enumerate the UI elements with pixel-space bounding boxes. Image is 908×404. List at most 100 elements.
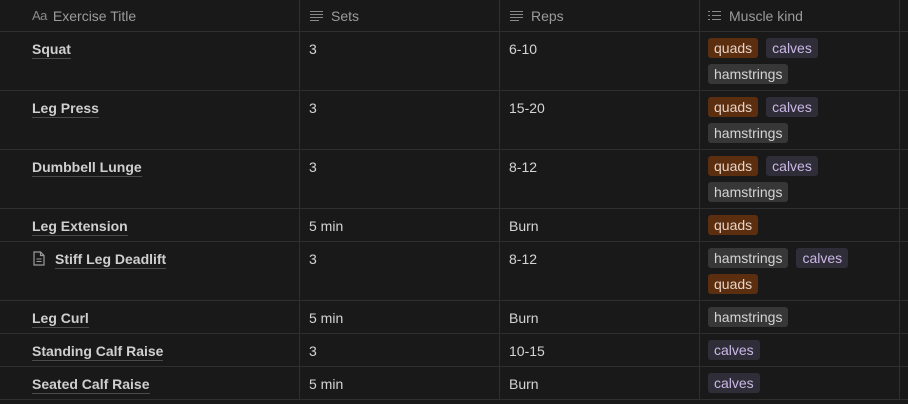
exercise-title[interactable]: Dumbbell Lunge [32,159,142,177]
table-row[interactable]: Leg Curl 5 min Burn hamstrings [0,301,908,334]
cell-sets[interactable]: 3 [300,242,500,300]
table-row[interactable]: Leg Extension 5 min Burn quads [0,209,908,242]
tag-calves[interactable]: calves [708,340,760,360]
table-header: Aa Exercise Title Sets Reps Muscle kind [0,0,908,32]
tag-list: quads calves hamstrings [708,150,898,208]
cell-muscle-kind[interactable]: quads calves hamstrings [700,91,900,149]
cell-muscle-kind[interactable]: hamstrings [700,301,900,333]
tag-quads[interactable]: quads [708,156,759,176]
column-header-reps[interactable]: Reps [500,0,700,32]
reps-value: 8-12 [509,251,538,267]
cell-sets[interactable]: 3 [300,150,500,208]
column-spacer [900,242,908,300]
exercise-title[interactable]: Standing Calf Raise [32,343,164,361]
table-row[interactable]: Seated Calf Raise 5 min Burn calves [0,367,908,400]
exercise-title[interactable]: Leg Curl [32,310,89,328]
table-row[interactable]: Leg Press 3 15-20 quads calves hamstrings [0,91,908,150]
column-spacer [900,209,908,241]
cell-exercise-title[interactable]: Leg Curl [0,301,300,333]
table-row[interactable]: Dumbbell Lunge 3 8-12 quads calves hamstrings [0,150,908,209]
tag-list: calves [708,334,898,366]
cell-exercise-title[interactable]: Squat [0,32,300,90]
tag-hamstrings[interactable]: hamstrings [708,182,789,202]
exercise-title[interactable]: Leg Press [32,100,99,118]
exercise-title[interactable]: Squat [32,41,71,59]
sets-value: 3 [309,41,317,57]
cell-muscle-kind[interactable]: quads calves hamstrings [700,32,900,90]
tag-list: hamstrings [708,301,898,333]
cell-sets[interactable]: 3 [300,334,500,366]
cell-muscle-kind[interactable]: calves [700,334,900,366]
document-icon [33,251,45,266]
tag-quads[interactable]: quads [708,215,759,235]
column-spacer [900,91,908,149]
reps-value: Burn [509,218,539,234]
cell-muscle-kind[interactable]: quads [700,209,900,241]
sets-value: 3 [309,159,317,175]
tag-hamstrings[interactable]: hamstrings [708,123,789,143]
cell-reps[interactable]: 15-20 [500,91,700,149]
sets-value: 3 [309,100,317,116]
cell-muscle-kind[interactable]: hamstrings calves quads [700,242,900,300]
cell-sets[interactable]: 5 min [300,301,500,333]
exercise-title[interactable]: Leg Extension [32,218,128,236]
tag-hamstrings[interactable]: hamstrings [708,307,789,327]
column-header-muscle-kind[interactable]: Muscle kind [700,0,900,32]
sets-value: 5 min [309,310,344,326]
sets-value: 5 min [309,218,344,234]
tag-hamstrings[interactable]: hamstrings [708,64,789,84]
cell-reps[interactable]: Burn [500,367,700,399]
table-row[interactable]: Standing Calf Raise 3 10-15 calves [0,334,908,367]
cell-muscle-kind[interactable]: calves [700,367,900,399]
tag-calves[interactable]: calves [766,156,818,176]
cell-exercise-title[interactable]: Dumbbell Lunge [0,150,300,208]
text-aa-icon: Aa [32,8,47,23]
column-header-label: Muscle kind [729,7,803,24]
cell-reps[interactable]: 8-12 [500,150,700,208]
reps-value: 10-15 [509,343,545,359]
tag-quads[interactable]: quads [708,38,759,58]
cell-exercise-title[interactable]: Stiff Leg Deadlift [0,242,300,300]
cell-reps[interactable]: 10-15 [500,334,700,366]
column-header-label: Sets [331,7,360,24]
tag-list: calves [708,367,898,399]
column-spacer [900,32,908,90]
cell-exercise-title[interactable]: Standing Calf Raise [0,334,300,366]
exercise-table: Aa Exercise Title Sets Reps Muscle kind … [0,0,908,400]
cell-sets[interactable]: 3 [300,32,500,90]
cell-exercise-title[interactable]: Leg Press [0,91,300,149]
column-spacer [900,301,908,333]
column-header-title[interactable]: Aa Exercise Title [0,0,300,32]
table-row[interactable]: Squat 3 6-10 quads calves hamstrings [0,32,908,91]
tag-calves[interactable]: calves [708,373,760,393]
column-header-label: Reps [531,7,564,24]
exercise-title[interactable]: Stiff Leg Deadlift [55,251,167,269]
column-header-sets[interactable]: Sets [300,0,500,32]
tag-list: quads calves hamstrings [708,91,898,149]
tag-calves[interactable]: calves [796,248,849,268]
cell-exercise-title[interactable]: Leg Extension [0,209,300,241]
cell-sets[interactable]: 3 [300,91,500,149]
tag-list: quads [708,209,898,241]
cell-muscle-kind[interactable]: quads calves hamstrings [700,150,900,208]
column-spacer [900,367,908,399]
column-spacer [900,334,908,366]
tag-quads[interactable]: quads [708,274,759,294]
exercise-title[interactable]: Seated Calf Raise [32,376,150,394]
sets-value: 3 [309,343,317,359]
tag-calves[interactable]: calves [766,38,818,58]
text-lines-icon [310,10,323,21]
sets-value: 5 min [309,376,344,392]
cell-reps[interactable]: Burn [500,209,700,241]
cell-reps[interactable]: 6-10 [500,32,700,90]
cell-sets[interactable]: 5 min [300,209,500,241]
tag-calves[interactable]: calves [766,97,818,117]
cell-reps[interactable]: Burn [500,301,700,333]
cell-reps[interactable]: 8-12 [500,242,700,300]
table-row[interactable]: Stiff Leg Deadlift 3 8-12 hamstrings calves q… [0,242,908,301]
table-body: Squat 3 6-10 quads calves hamstrings Leg Press… [0,32,908,400]
cell-sets[interactable]: 5 min [300,367,500,399]
tag-hamstrings[interactable]: hamstrings [708,248,789,268]
tag-quads[interactable]: quads [708,97,759,117]
cell-exercise-title[interactable]: Seated Calf Raise [0,367,300,399]
